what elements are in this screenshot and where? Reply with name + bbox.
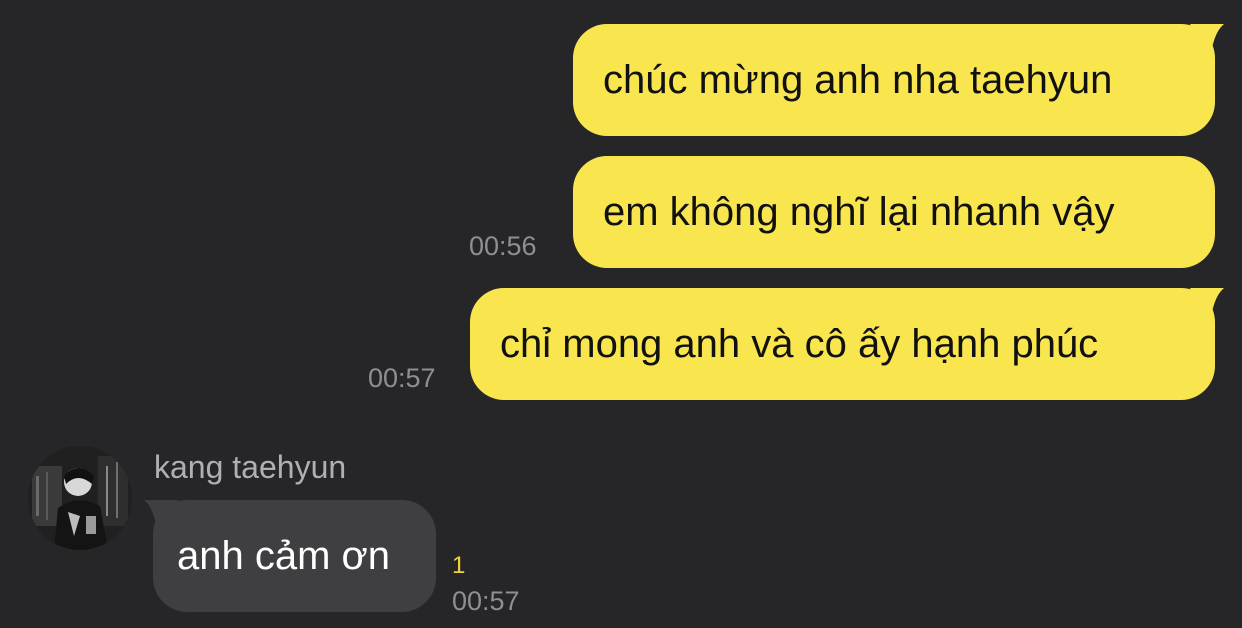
- incoming-message-bubble[interactable]: anh cảm ơn: [144, 500, 436, 612]
- message-text: em không nghĩ lại nhanh vậy: [603, 190, 1115, 234]
- message-timestamp: 00:57: [452, 586, 520, 616]
- unread-count-badge: 1: [452, 552, 466, 579]
- bubble-tail-icon: [1190, 24, 1224, 64]
- outgoing-message-bubble[interactable]: em không nghĩ lại nhanh vậy: [573, 156, 1215, 268]
- outgoing-message-bubble[interactable]: chỉ mong anh và cô ấy hạnh phúc: [470, 288, 1224, 400]
- outgoing-message-bubble[interactable]: chúc mừng anh nha taehyun: [573, 24, 1224, 136]
- bubble-tail-icon: [144, 500, 178, 540]
- message-text: chúc mừng anh nha taehyun: [603, 58, 1113, 102]
- message-timestamp: 00:56: [469, 231, 537, 261]
- message-text: anh cảm ơn: [177, 534, 391, 578]
- avatar[interactable]: [28, 446, 132, 550]
- message-timestamp: 00:57: [368, 363, 436, 393]
- bubble-tail-icon: [1190, 288, 1224, 328]
- message-text: chỉ mong anh và cô ấy hạnh phúc: [500, 322, 1099, 366]
- sender-name: kang taehyun: [154, 449, 347, 485]
- profile-photo-avatar: [28, 446, 132, 550]
